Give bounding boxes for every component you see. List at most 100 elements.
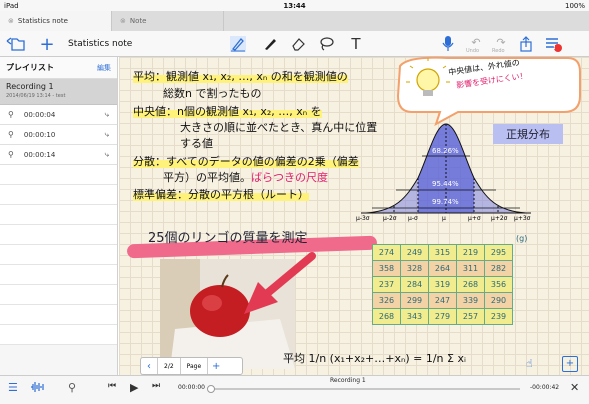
table-cell: 356	[484, 276, 513, 293]
close-tab-icon[interactable]: ⊗	[120, 17, 126, 25]
table-cell: 282	[484, 260, 513, 277]
table-cell: 264	[428, 260, 457, 277]
edit-button[interactable]: 編集	[97, 63, 111, 73]
lasso-icon[interactable]	[316, 31, 336, 57]
table-cell: 299	[400, 292, 429, 309]
axis-tick: μ-2σ	[383, 215, 397, 222]
page-number: 2/2	[157, 358, 181, 374]
table-cell: 358	[372, 260, 401, 277]
list-item[interactable]: ⚲ 00:00:14 ⤷	[0, 145, 117, 165]
play-button[interactable]: ▶	[130, 381, 138, 394]
table-cell: 219	[456, 244, 485, 261]
handwriting-mode-icon[interactable]	[228, 31, 248, 57]
microphone-icon[interactable]	[438, 31, 458, 57]
pct-68: 68.26%	[432, 147, 459, 155]
prev-page-button[interactable]: ‹	[141, 361, 157, 372]
link-icon[interactable]: ⤷	[105, 150, 109, 160]
hand-tool-icon[interactable]: ☝	[526, 357, 542, 373]
table-cell: 268	[372, 308, 401, 325]
close-tab-icon[interactable]: ⊗	[8, 17, 14, 25]
table-cell: 339	[456, 292, 485, 309]
table-cell: 249	[400, 244, 429, 261]
table-cell: 274	[372, 244, 401, 261]
mean-definition-cont: 総数n で割ったもの	[163, 87, 262, 100]
variance-definition-cont: 平方）の平均値。ばらつきの尺度	[163, 171, 328, 184]
skip-back-button[interactable]: ⏮	[108, 381, 116, 391]
empty-row	[0, 265, 117, 285]
table-cell: 237	[372, 276, 401, 293]
arrow-icon	[244, 252, 316, 314]
empty-row	[0, 285, 117, 305]
axis-tick: μ-3σ	[356, 215, 370, 222]
add-marker-icon[interactable]: ⚲	[68, 381, 76, 394]
folder-back-icon[interactable]	[4, 31, 26, 57]
apple-heading: 25個のリンゴの質量を測定	[148, 231, 308, 246]
mark-time: 00:00:14	[23, 150, 56, 159]
mean-definition: 平均：観測値 x₁, x₂, …, xₙ の和を観測値の	[133, 70, 348, 83]
table-cell: 311	[456, 260, 485, 277]
table-row: 358 328 264 311 282	[372, 260, 513, 277]
share-icon[interactable]	[516, 31, 536, 57]
eraser-icon[interactable]	[288, 31, 308, 57]
progress-track[interactable]	[210, 388, 520, 390]
playlist-title: プレイリスト	[6, 63, 54, 72]
table-cell: 328	[400, 260, 429, 277]
skip-forward-button[interactable]: ⏭	[152, 381, 160, 391]
empty-row	[0, 325, 117, 345]
axis-tick: μ+σ	[468, 215, 481, 222]
variance-note: ばらつきの尺度	[251, 171, 328, 184]
table-row: 268 343 279 257 239	[372, 308, 513, 325]
table-cell: 247	[428, 292, 457, 309]
table-cell: 343	[400, 308, 429, 325]
table-cell: 326	[372, 292, 401, 309]
remaining-time: -00:00:42	[530, 384, 560, 391]
tab-note[interactable]: ⊗ Note	[112, 11, 224, 31]
table-cell: 315	[428, 244, 457, 261]
zoom-icon[interactable]: +	[562, 356, 578, 372]
empty-row	[0, 245, 117, 265]
list-item[interactable]: ⚲ 00:00:04 ⤷	[0, 105, 117, 125]
add-icon[interactable]: +	[38, 31, 56, 57]
add-page-button[interactable]: +	[208, 361, 224, 372]
table-cell: 279	[428, 308, 457, 325]
empty-row	[0, 165, 117, 185]
undo-label: Undo	[466, 48, 480, 54]
tab-bar: ⊗ Statistics note ⊗ Note	[0, 11, 589, 31]
recording-item[interactable]: Recording 1 2014/06/19 13:14 - test	[0, 79, 117, 105]
pct-99: 99.74%	[432, 198, 459, 206]
bookmark-icon: ⚲	[8, 110, 14, 119]
mark-time: 00:00:10	[23, 130, 56, 139]
progress-knob[interactable]	[207, 385, 215, 393]
playlist-sidebar: プレイリスト 編集 Recording 1 2014/06/19 13:14 -…	[0, 57, 118, 375]
clock: 13:44	[283, 1, 306, 10]
median-definition-cont: 大きさの順に並べたとき、真ん中に位置	[180, 121, 378, 134]
empty-row	[0, 185, 117, 205]
table-cell: 268	[456, 276, 485, 293]
axis-tick: μ	[442, 215, 446, 222]
pen-icon[interactable]	[260, 31, 280, 57]
text-tool-icon[interactable]: T	[346, 31, 366, 57]
tab-statistics-note[interactable]: ⊗ Statistics note	[0, 11, 112, 31]
axis-tick: μ+3σ	[514, 215, 531, 222]
variance-definition: 分散：すべてのデータの値の偏差の2乗（偏差	[133, 155, 359, 168]
close-player-icon[interactable]: ✕	[570, 381, 579, 394]
mass-table: 274 249 315 219 295 358 328 264 311 282 237 284 319 2…	[372, 244, 513, 325]
empty-row	[0, 305, 117, 325]
table-cell: 257	[456, 308, 485, 325]
playlist-header: プレイリスト 編集	[0, 57, 117, 79]
link-icon[interactable]: ⤷	[105, 130, 109, 140]
normal-distribution-curve	[361, 123, 531, 214]
recording-date: 2014/06/19 13:14 - test	[6, 93, 66, 99]
redo-label: Redo	[492, 48, 505, 54]
table-cell: 319	[428, 276, 457, 293]
page-label: Page	[181, 358, 209, 374]
empty-row	[0, 205, 117, 225]
mark-time: 00:00:04	[23, 110, 56, 119]
list-item[interactable]: ⚲ 00:00:10 ⤷	[0, 125, 117, 145]
waveform-icon[interactable]	[30, 381, 46, 396]
link-icon[interactable]: ⤷	[105, 110, 109, 120]
list-view-icon[interactable]: ☰	[8, 381, 18, 394]
average-formula: 平均 1/n (x₁+x₂+…+xₙ) = 1/n Σ xᵢ	[283, 352, 466, 365]
elapsed-time: 00:00:00	[178, 384, 205, 391]
empty-row	[0, 225, 117, 245]
